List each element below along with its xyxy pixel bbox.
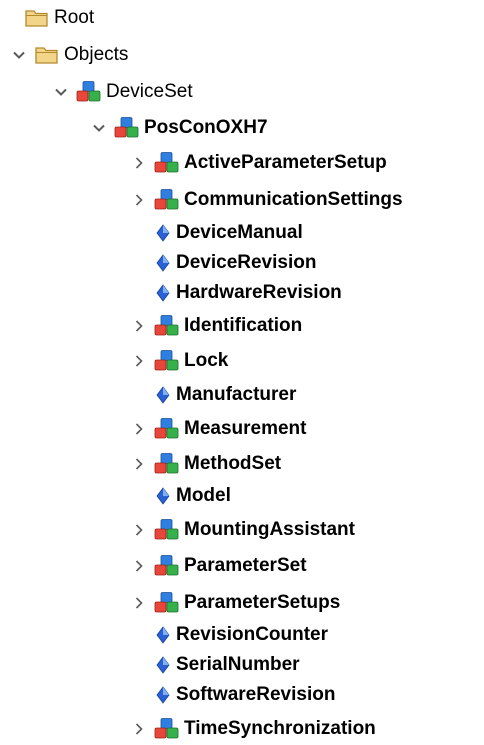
chevron-right-icon[interactable] <box>128 588 150 618</box>
chevron-right-icon[interactable] <box>128 714 150 744</box>
chevron-right-icon[interactable] <box>128 346 150 376</box>
tree-node-label: Manufacturer <box>176 384 297 405</box>
chevron-down-icon[interactable] <box>88 113 110 143</box>
property-diamond-icon <box>150 650 176 680</box>
tree-node-label: ParameterSetups <box>184 592 341 613</box>
tree-node-active-parameter-setup[interactable]: ActiveParameterSetup <box>128 148 387 178</box>
object-cubes-icon <box>150 414 184 444</box>
tree-node-serial-number[interactable]: SerialNumber <box>128 650 300 680</box>
expander-placeholder <box>128 680 150 710</box>
tree-node-root[interactable]: Root <box>0 3 94 33</box>
object-cubes-icon <box>150 346 184 376</box>
chevron-right-icon[interactable] <box>128 414 150 444</box>
tree-node-label: ParameterSet <box>184 555 307 576</box>
tree-view: Root Objects DeviceSet PosConOXH7 Active… <box>0 0 484 745</box>
tree-node-revision-counter[interactable]: RevisionCounter <box>128 620 328 650</box>
object-cubes-icon <box>72 77 106 107</box>
chevron-right-icon[interactable] <box>128 148 150 178</box>
property-diamond-icon <box>150 680 176 710</box>
property-diamond-icon <box>150 620 176 650</box>
tree-node-label: Identification <box>184 315 303 336</box>
tree-node-label: DeviceSet <box>106 81 193 102</box>
tree-node-label: DeviceRevision <box>176 252 317 273</box>
tree-node-method-set[interactable]: MethodSet <box>128 449 281 479</box>
expander-placeholder <box>128 481 150 511</box>
tree-node-device-manual[interactable]: DeviceManual <box>128 218 303 248</box>
tree-node-communication-settings[interactable]: CommunicationSettings <box>128 185 403 215</box>
object-cubes-icon <box>150 449 184 479</box>
tree-node-lock[interactable]: Lock <box>128 346 228 376</box>
tree-node-label: PosConOXH7 <box>144 117 268 138</box>
tree-node-manufacturer[interactable]: Manufacturer <box>128 380 296 410</box>
tree-node-pos-con-oxh7[interactable]: PosConOXH7 <box>88 113 268 143</box>
tree-node-hardware-revision[interactable]: HardwareRevision <box>128 278 342 308</box>
property-diamond-icon <box>150 380 176 410</box>
tree-node-label: DeviceManual <box>176 222 303 243</box>
object-cubes-icon <box>150 185 184 215</box>
tree-node-label: RevisionCounter <box>176 624 329 645</box>
expander-placeholder <box>128 620 150 650</box>
object-cubes-icon <box>150 714 184 744</box>
expander-placeholder <box>128 278 150 308</box>
property-diamond-icon <box>150 248 176 278</box>
chevron-right-icon[interactable] <box>128 515 150 545</box>
property-diamond-icon <box>150 218 176 248</box>
tree-node-label: MethodSet <box>184 453 282 474</box>
folder-icon <box>20 3 54 33</box>
property-diamond-icon <box>150 278 176 308</box>
tree-node-objects[interactable]: Objects <box>8 40 128 70</box>
tree-node-label: TimeSynchronization <box>184 718 376 739</box>
object-cubes-icon <box>150 551 184 581</box>
tree-node-label: Lock <box>184 350 229 371</box>
tree-node-label: Root <box>54 7 95 28</box>
tree-node-label: Measurement <box>184 418 307 439</box>
tree-node-software-revision[interactable]: SoftwareRevision <box>128 680 335 710</box>
tree-node-mounting-assistant[interactable]: MountingAssistant <box>128 515 355 545</box>
tree-node-label: SerialNumber <box>176 654 300 675</box>
property-diamond-icon <box>150 481 176 511</box>
tree-node-label: CommunicationSettings <box>184 189 403 210</box>
object-cubes-icon <box>110 113 144 143</box>
tree-node-label: MountingAssistant <box>184 519 355 540</box>
expander-placeholder <box>128 650 150 680</box>
expander-placeholder <box>128 218 150 248</box>
tree-node-label: HardwareRevision <box>176 282 342 303</box>
tree-node-identification[interactable]: Identification <box>128 311 302 341</box>
tree-node-time-synchronization[interactable]: TimeSynchronization <box>128 714 376 744</box>
tree-node-measurement[interactable]: Measurement <box>128 414 307 444</box>
tree-node-model[interactable]: Model <box>128 481 231 511</box>
chevron-down-icon[interactable] <box>8 40 30 70</box>
tree-node-parameter-set[interactable]: ParameterSet <box>128 551 307 581</box>
tree-node-label: Objects <box>64 44 129 65</box>
tree-node-device-revision[interactable]: DeviceRevision <box>128 248 316 278</box>
expander-placeholder <box>128 248 150 278</box>
chevron-right-icon[interactable] <box>128 449 150 479</box>
chevron-right-icon[interactable] <box>128 311 150 341</box>
tree-node-parameter-setups[interactable]: ParameterSetups <box>128 588 340 618</box>
folder-icon <box>30 40 64 70</box>
tree-node-device-set[interactable]: DeviceSet <box>50 77 193 107</box>
expander-placeholder <box>128 380 150 410</box>
tree-node-label: ActiveParameterSetup <box>184 152 387 173</box>
expander-placeholder <box>0 3 20 33</box>
chevron-right-icon[interactable] <box>128 551 150 581</box>
object-cubes-icon <box>150 515 184 545</box>
chevron-down-icon[interactable] <box>50 77 72 107</box>
object-cubes-icon <box>150 588 184 618</box>
tree-node-label: Model <box>176 485 231 506</box>
chevron-right-icon[interactable] <box>128 185 150 215</box>
tree-node-label: SoftwareRevision <box>176 684 336 705</box>
object-cubes-icon <box>150 148 184 178</box>
object-cubes-icon <box>150 311 184 341</box>
